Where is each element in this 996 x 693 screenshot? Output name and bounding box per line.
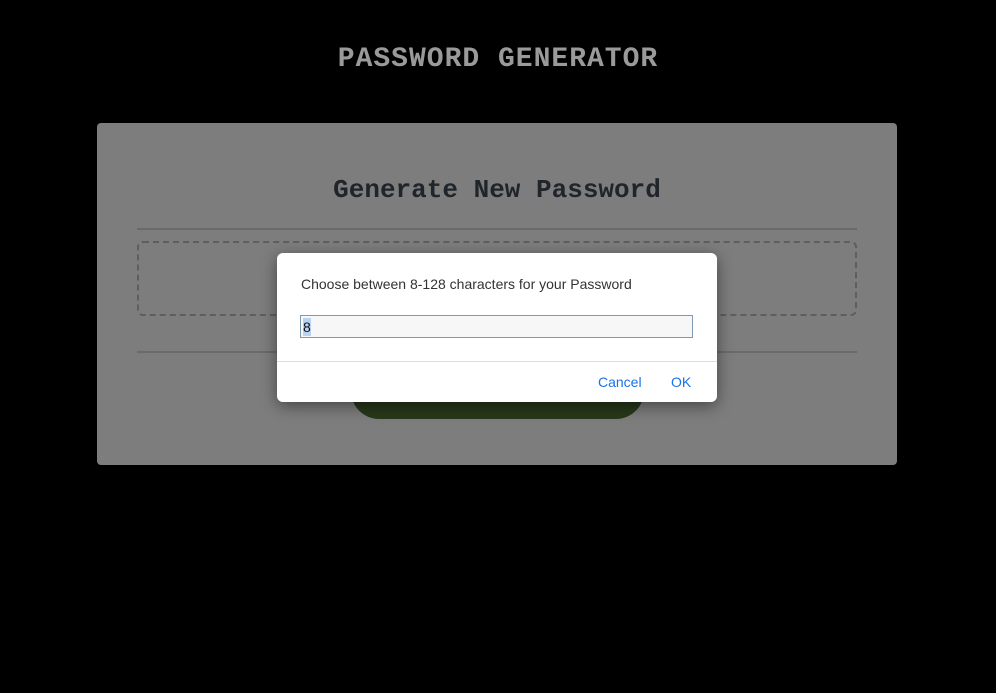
card-title: Generate New Password xyxy=(333,175,661,205)
dialog-divider xyxy=(277,361,717,362)
password-length-input[interactable]: 8 xyxy=(300,315,693,338)
prompt-dialog: Choose between 8-128 characters for your… xyxy=(277,253,717,402)
password-length-value: 8 xyxy=(303,317,311,336)
cancel-button[interactable]: Cancel xyxy=(598,374,642,390)
ok-button[interactable]: OK xyxy=(671,374,691,390)
page: PASSWORD GENERATOR Generate New Password… xyxy=(0,0,996,693)
page-title: PASSWORD GENERATOR xyxy=(337,44,659,75)
dialog-message: Choose between 8-128 characters for your… xyxy=(301,276,632,292)
card-divider-top xyxy=(137,228,857,230)
